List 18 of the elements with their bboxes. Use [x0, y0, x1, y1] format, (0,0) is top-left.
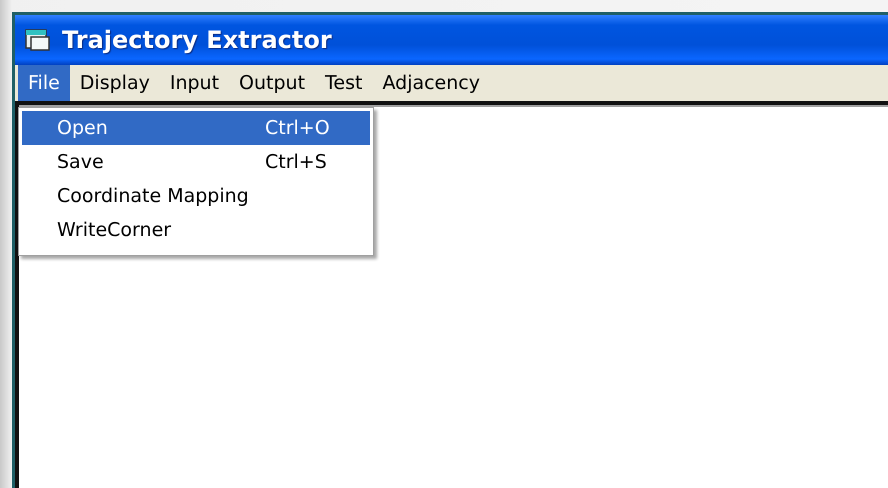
menu-item[interactable]: Input [160, 65, 230, 101]
shortcut-label: Ctrl+S [265, 151, 327, 173]
item-label: Save [57, 151, 105, 173]
item-label: Coordinate Mapping [57, 185, 250, 207]
item-label: Open [57, 117, 109, 139]
menu-item[interactable]: Test [315, 65, 372, 101]
window-title: Trajectory Extractor [62, 26, 332, 54]
window-icon [24, 27, 52, 53]
shortcut-label: Ctrl+O [265, 117, 330, 139]
dropdown-item[interactable]: Open Ctrl+O [22, 111, 370, 145]
menu-item[interactable]: Adjacency [372, 65, 490, 101]
menu-item[interactable]: Display [70, 65, 160, 101]
dropdown-item[interactable]: Coordinate Mapping [22, 179, 370, 213]
dropdown-item[interactable]: Save Ctrl+S [22, 145, 370, 179]
item-label: WriteCorner [57, 219, 172, 241]
menu-item[interactable]: File [18, 65, 70, 101]
dropdown-item[interactable]: WriteCorner [22, 213, 370, 247]
menu-item[interactable]: Output [229, 65, 316, 101]
